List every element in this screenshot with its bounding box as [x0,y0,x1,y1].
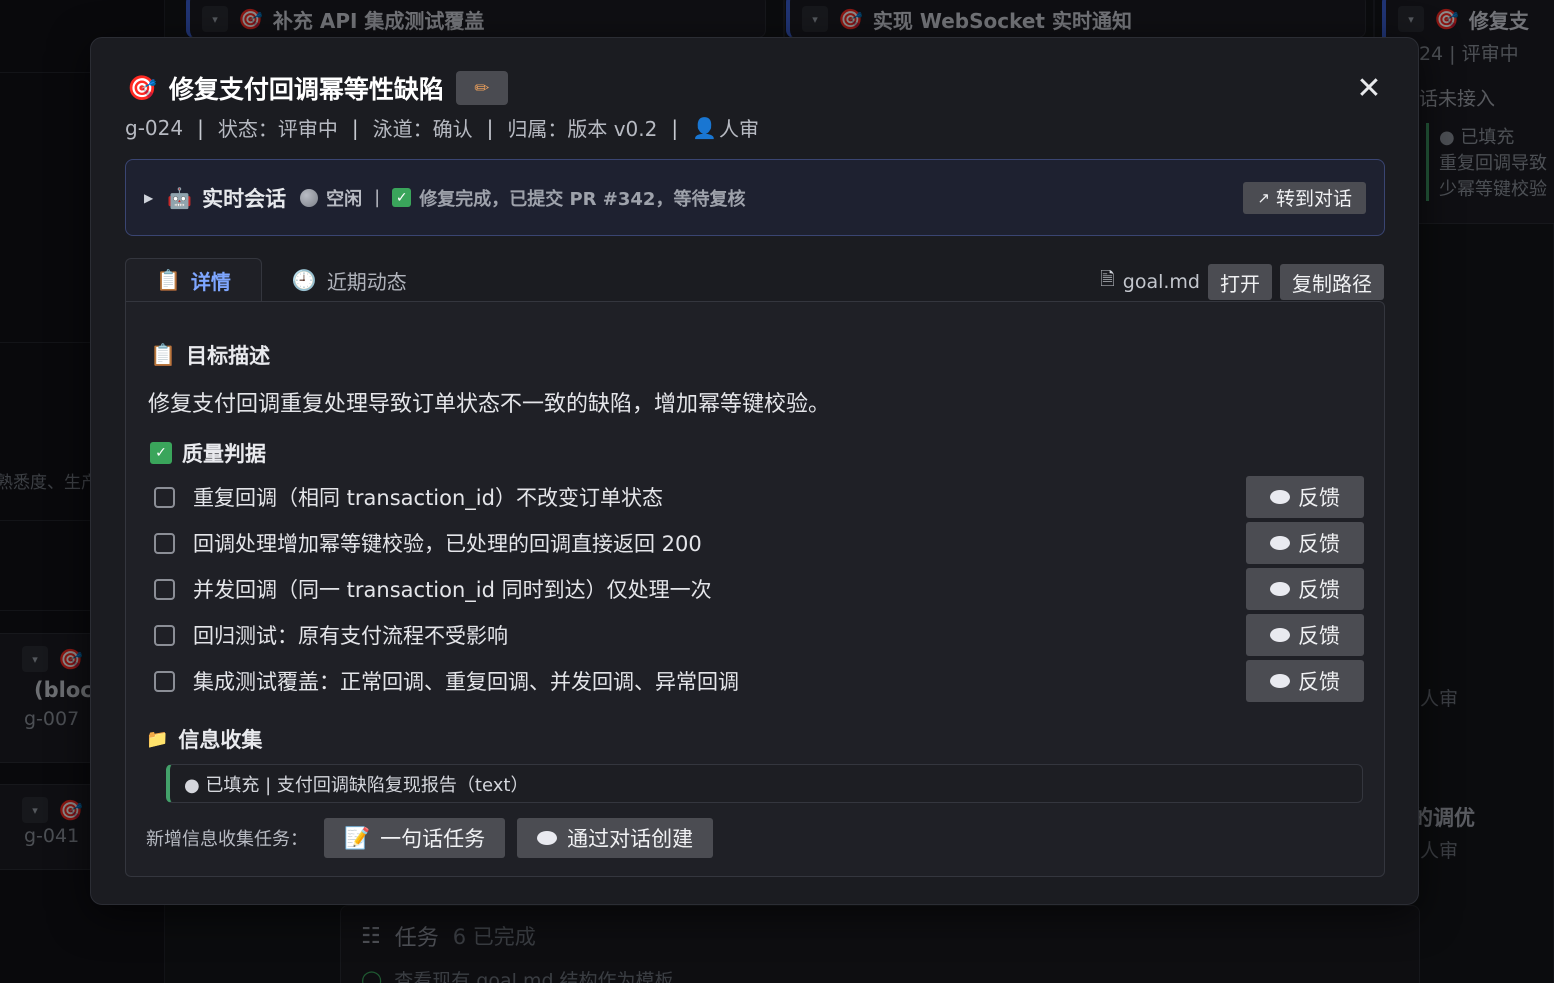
close-button[interactable]: ✕ [1354,74,1384,104]
goal-description: 修复支付回调重复处理导致订单状态不一致的缺陷，增加幂等键校验。 [148,392,831,417]
memo-icon: 📝 [344,825,371,850]
add-info-row: 新增信息收集任务： 📝 一句话任务 通过对话创建 [146,818,714,858]
arrow-up-right-icon: ↗ [1257,188,1270,207]
goal-detail-modal: 🎯 修复支付回调幂等性缺陷 ✏ ✕ g-024 | 状态：评审中 | 泳道：确认… [90,37,1419,905]
open-file-button[interactable]: 打开 [1208,264,1272,300]
target-icon: 🎯 [127,74,157,102]
criterion-text: 回调处理增加幂等键校验，已处理的回调直接返回 200 [193,532,702,556]
clipboard-icon: 📋 [150,342,177,367]
speech-bubble-icon [1270,582,1290,596]
section-criteria: ✓ 质量判据 [150,438,266,468]
details-panel: 📋 目标描述 修复支付回调重复处理导致订单状态不一致的缺陷，增加幂等键校验。 ✓… [125,301,1385,877]
clipboard-icon: 📋 [156,268,181,292]
criterion-checkbox[interactable] [154,670,175,692]
session-label: 实时会话 [202,186,287,211]
feedback-button[interactable]: 反馈 [1246,568,1364,610]
tab-activity[interactable]: 🕘 近期动态 [262,258,437,302]
criterion-row: 回归测试：原有支付流程不受影响 反馈 [154,612,1364,658]
session-message: 修复完成，已提交 PR #342，等待复核 [419,188,746,210]
create-via-chat-button[interactable]: 通过对话创建 [517,818,714,858]
speech-bubble-icon [1270,490,1290,504]
criterion-checkbox[interactable] [154,532,175,554]
feedback-button[interactable]: 反馈 [1246,660,1364,702]
goal-status: 状态：评审中 [217,117,338,141]
feedback-button[interactable]: 反馈 [1246,522,1364,564]
goal-reviewer: 人审 [719,117,759,141]
robot-icon: 🤖 [167,185,193,210]
folder-icon: 📁 [146,728,169,750]
speech-bubble-icon [1270,536,1290,550]
criterion-checkbox[interactable] [154,486,175,508]
person-icon: 👤 [692,115,717,140]
clock-icon: 🕘 [291,268,317,292]
speech-bubble-icon [1270,628,1290,642]
criterion-text: 并发回调（同一 transaction_id 同时到达）仅处理一次 [193,578,712,602]
goal-owner: 归属：版本 v0.2 [507,117,658,141]
criterion-row: 重复回调（相同 transaction_id）不改变订单状态 反馈 [154,474,1364,520]
speech-bubble-icon [537,831,558,845]
close-icon: ✕ [1356,71,1382,106]
live-session-bar[interactable]: ▶ 🤖 实时会话 空闲 | ✓ 修复完成，已提交 PR #342，等待复核 ↗ … [125,159,1385,236]
check-icon: ✓ [150,442,172,464]
tab-bar: 📋 详情 🕘 近期动态 [125,258,437,302]
session-state: 空闲 [326,188,363,210]
goal-meta: g-024 | 状态：评审中 | 泳道：确认 | 归属：版本 v0.2 | 👤 … [125,113,759,142]
one-line-task-button[interactable]: 📝 一句话任务 [324,818,506,858]
speech-bubble-icon [1270,674,1290,688]
pencil-icon: ✏ [474,77,490,99]
file-actions: 🗎 goal.md 打开 复制路径 [1100,264,1384,300]
goto-chat-button[interactable]: ↗ 转到对话 [1243,181,1366,214]
criterion-checkbox[interactable] [154,624,175,646]
info-item[interactable]: ● 已填充 | 支付回调缺陷复现报告（text） [166,764,1363,803]
file-name: 🗎 goal.md [1100,267,1200,297]
criterion-text: 集成测试覆盖：正常回调、重复回调、并发回调、异常回调 [193,670,739,694]
copy-path-button[interactable]: 复制路径 [1280,264,1384,300]
modal-title: 修复支付回调幂等性缺陷 [168,75,444,104]
feedback-button[interactable]: 反馈 [1246,476,1364,518]
expand-arrow-icon[interactable]: ▶ [144,191,153,205]
add-info-label: 新增信息收集任务： [146,829,308,850]
goal-id: g-024 [125,115,184,140]
criterion-row: 回调处理增加幂等键校验，已处理的回调直接返回 200 反馈 [154,520,1364,566]
file-icon: 🗎 [1100,269,1115,290]
edit-title-button[interactable]: ✏ [455,71,508,105]
section-info-collection: 📁 信息收集 [146,728,263,752]
tab-details[interactable]: 📋 详情 [125,258,262,302]
criterion-row: 集成测试覆盖：正常回调、重复回调、并发回调、异常回调 反馈 [154,658,1364,704]
goal-lane: 泳道：确认 [372,117,473,141]
section-description: 📋 目标描述 [150,342,271,369]
idle-status-icon [300,188,319,207]
feedback-button[interactable]: 反馈 [1246,614,1364,656]
criterion-text: 回归测试：原有支付流程不受影响 [193,624,508,648]
check-icon: ✓ [392,188,412,207]
criterion-text: 重复回调（相同 transaction_id）不改变订单状态 [193,486,663,510]
criterion-checkbox[interactable] [154,578,175,600]
criterion-row: 并发回调（同一 transaction_id 同时到达）仅处理一次 反馈 [154,566,1364,612]
